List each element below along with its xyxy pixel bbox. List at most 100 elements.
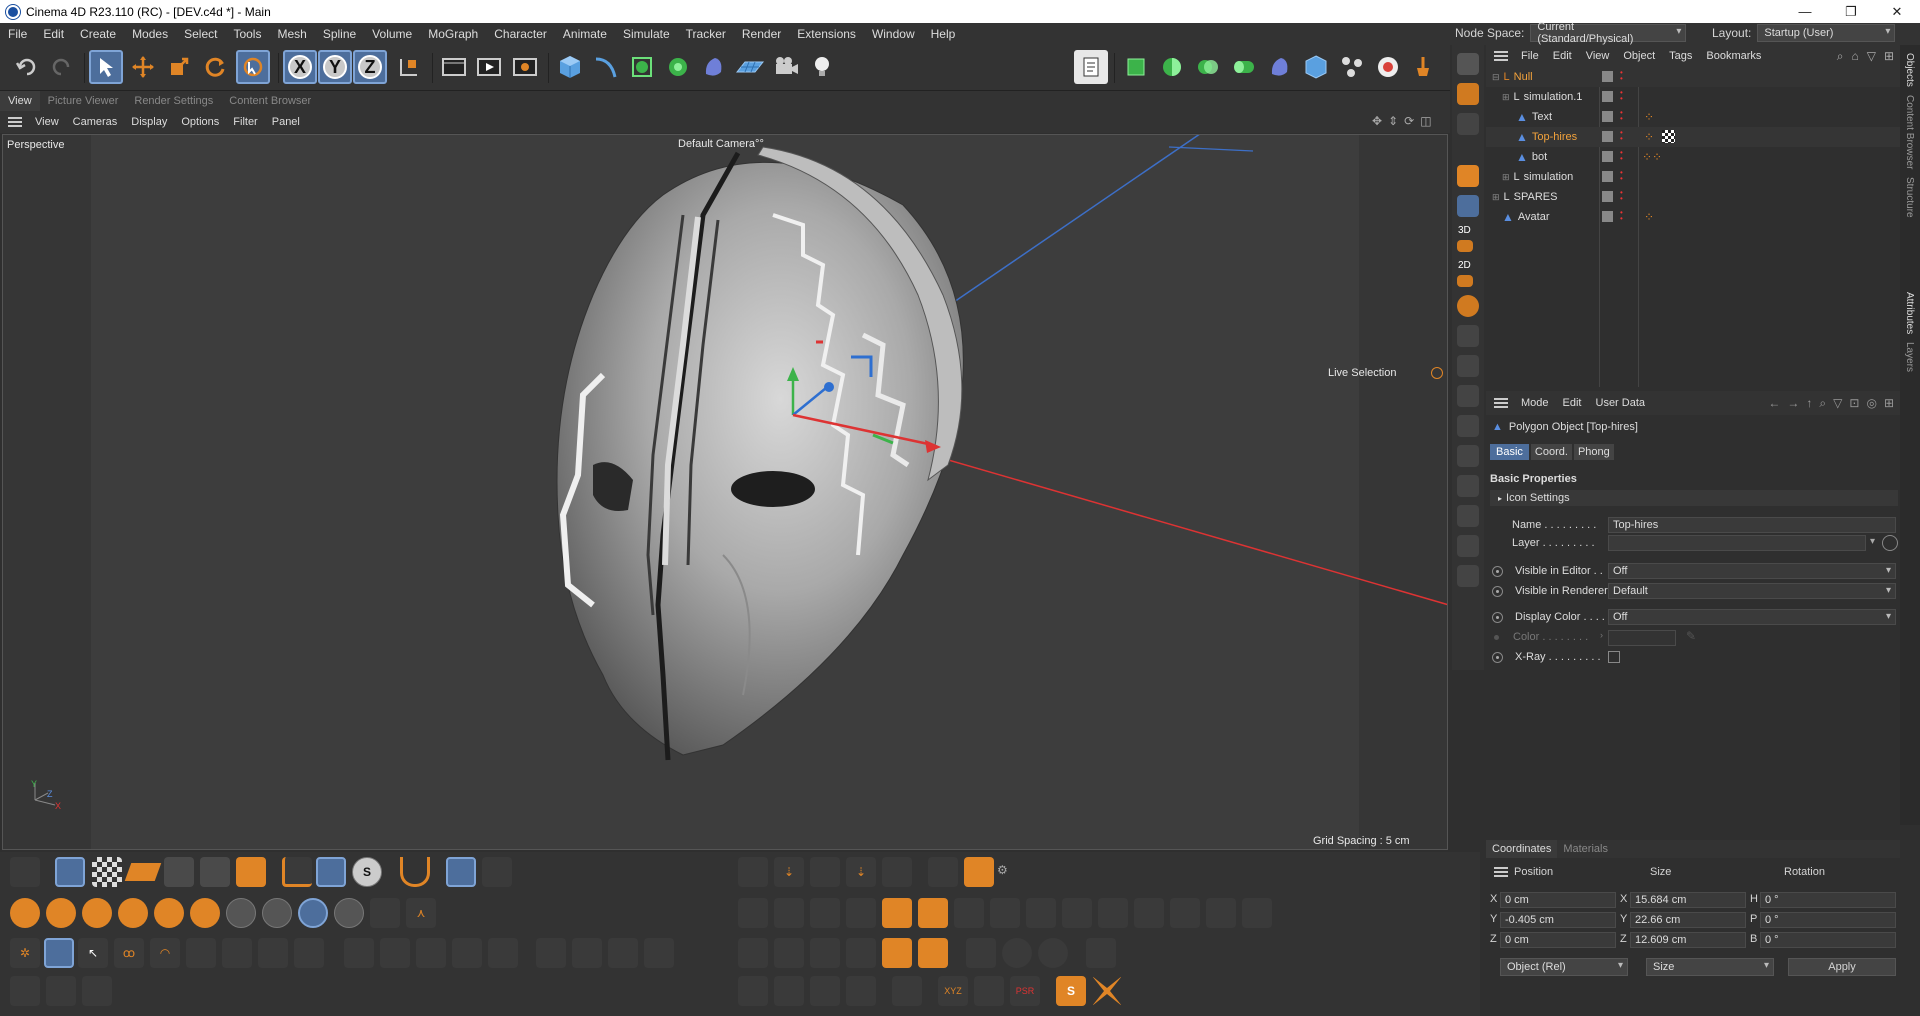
object-row-top-hires[interactable]: ▲ Top-hires • • ⁘: [1486, 127, 1900, 147]
recycle-icon[interactable]: [964, 857, 994, 887]
plane-cut-icon[interactable]: [954, 898, 984, 928]
quantize-icon[interactable]: [1457, 295, 1479, 317]
expand-icon[interactable]: ⊞: [1502, 92, 1510, 103]
snap-vertex-icon[interactable]: [1457, 325, 1479, 347]
size-mode-dropdown[interactable]: Size: [1646, 958, 1774, 976]
extrude-inner-icon[interactable]: [810, 857, 840, 887]
3d-viewport[interactable]: Perspective Default Camera°° Live Select…: [2, 134, 1448, 850]
solo-icon[interactable]: S: [352, 857, 382, 887]
dots-6-icon[interactable]: [536, 938, 566, 968]
bridge-icon[interactable]: [774, 898, 804, 928]
untriangulate-icon[interactable]: [1086, 938, 1116, 968]
dots-3-icon[interactable]: [416, 938, 446, 968]
pen-draw-icon[interactable]: [774, 976, 804, 1006]
bevel-icon[interactable]: ⇣: [846, 857, 876, 887]
tab-picture-viewer[interactable]: Picture Viewer: [40, 91, 127, 111]
xyz-transfer-icon[interactable]: XYZ: [938, 976, 968, 1006]
expand-icon[interactable]: ⊞: [1492, 192, 1500, 203]
xray-checkbox[interactable]: [1608, 651, 1620, 663]
clone-icon[interactable]: [918, 938, 948, 968]
tab-basic[interactable]: Basic: [1490, 444, 1529, 460]
points-mode-icon[interactable]: [164, 857, 194, 887]
tab-render-settings[interactable]: Render Settings: [126, 91, 221, 111]
make-editable-icon[interactable]: [1457, 53, 1479, 75]
animate-radio[interactable]: [1492, 611, 1503, 623]
add-point-icon[interactable]: [10, 976, 40, 1006]
wire-sphere-1-icon[interactable]: [226, 898, 256, 928]
workplane-mode-icon[interactable]: [124, 863, 162, 881]
material-tag-icon[interactable]: ⁘⁘: [1642, 150, 1662, 164]
animate-radio[interactable]: [1492, 651, 1503, 663]
attribute-manager-menu-icon[interactable]: [1494, 398, 1508, 408]
target-icon[interactable]: ◎: [1866, 396, 1876, 411]
mesh-tool-1-icon[interactable]: [738, 857, 768, 887]
viewport-menu-view[interactable]: View: [28, 116, 66, 128]
size-y-field[interactable]: 22.66 cm: [1630, 912, 1746, 928]
menu-simulate[interactable]: Simulate: [615, 27, 678, 41]
workplane-icon[interactable]: [1457, 195, 1479, 217]
dots-4-icon[interactable]: [452, 938, 482, 968]
connect-icon[interactable]: [1227, 50, 1261, 84]
object-mode-green-icon[interactable]: [1119, 50, 1153, 84]
tpose-icon[interactable]: ⋏: [406, 898, 436, 928]
zoom-view-icon[interactable]: ⇕: [1388, 114, 1398, 128]
lock-icon[interactable]: ⊡: [1849, 396, 1859, 411]
restore-button[interactable]: ❐: [1828, 0, 1874, 23]
pen-orange-icon[interactable]: [810, 976, 840, 1006]
viewport-menu-filter[interactable]: Filter: [226, 116, 264, 128]
snap-midpoint-icon[interactable]: [1457, 505, 1479, 527]
object-row-simulation[interactable]: ⊞ L simulation • •: [1486, 167, 1900, 187]
pen-red-icon[interactable]: [846, 976, 876, 1006]
menu-window[interactable]: Window: [864, 27, 923, 41]
render-to-picture-viewer-icon[interactable]: [472, 50, 506, 84]
layer-swatch[interactable]: [1602, 131, 1613, 142]
slide-icon[interactable]: [1026, 898, 1056, 928]
undo-icon[interactable]: [10, 50, 44, 84]
om-menu-object[interactable]: Object: [1616, 50, 1662, 62]
close-hole-icon[interactable]: [810, 898, 840, 928]
dots-5-icon[interactable]: [488, 938, 518, 968]
tracer-icon[interactable]: [1335, 50, 1369, 84]
menu-animate[interactable]: Animate: [555, 27, 615, 41]
model-mode-button[interactable]: [55, 857, 85, 887]
sphere-mode-2-icon[interactable]: [46, 898, 76, 928]
sphere-mode-1-icon[interactable]: [10, 898, 40, 928]
scale-icon[interactable]: [162, 50, 196, 84]
rotate-gray-icon[interactable]: [82, 976, 112, 1006]
rotate-view-icon[interactable]: ⟳: [1404, 114, 1414, 128]
weld-icon[interactable]: [1098, 898, 1128, 928]
blue-deformer-icon[interactable]: [1263, 50, 1297, 84]
tab-content-browser[interactable]: Content Browser: [221, 91, 319, 111]
checker-texture-tag-icon[interactable]: [1662, 130, 1675, 143]
rectangle-select-icon[interactable]: ↖: [78, 938, 108, 968]
layer-swatch[interactable]: [1602, 111, 1613, 122]
2d-snap-icon[interactable]: [1457, 275, 1473, 287]
polygon-select-icon[interactable]: ◠: [150, 938, 180, 968]
split-icon[interactable]: [1242, 898, 1272, 928]
viewport-menu-options[interactable]: Options: [174, 116, 226, 128]
hamburger-menu-icon[interactable]: [8, 117, 22, 127]
home-icon[interactable]: ⌂: [1851, 49, 1858, 64]
position-z-field[interactable]: 0 cm: [1500, 932, 1616, 948]
visibility-dots[interactable]: • •: [1620, 169, 1623, 183]
coordinate-mode-dropdown[interactable]: Object (Rel): [1500, 958, 1628, 976]
visibility-dots[interactable]: • •: [1620, 109, 1623, 123]
menu-render[interactable]: Render: [734, 27, 789, 41]
menu-help[interactable]: Help: [923, 27, 964, 41]
snap-polygon-icon[interactable]: [1457, 385, 1479, 407]
2d-snap-label[interactable]: 2D: [1458, 260, 1484, 271]
am-menu-user-data[interactable]: User Data: [1589, 397, 1653, 409]
extrude-spike-icon[interactable]: [1092, 976, 1122, 1006]
am-menu-mode[interactable]: Mode: [1514, 397, 1556, 409]
subdivision-surface-icon[interactable]: [625, 50, 659, 84]
icon-settings-group[interactable]: ▸ Icon Settings: [1490, 490, 1898, 506]
visibility-dots[interactable]: • •: [1620, 69, 1623, 83]
viewport-menu-panel[interactable]: Panel: [265, 116, 307, 128]
axis-mode-icon[interactable]: [282, 857, 312, 887]
settings-gear-icon[interactable]: ✲: [10, 938, 40, 968]
layout-dropdown[interactable]: Startup (User): [1757, 24, 1896, 42]
menu-volume[interactable]: Volume: [364, 27, 420, 41]
name-field[interactable]: Top-hires: [1608, 517, 1896, 533]
position-y-field[interactable]: -0.405 cm: [1500, 912, 1616, 928]
layer-dropdown-icon[interactable]: ▾: [1870, 536, 1875, 547]
